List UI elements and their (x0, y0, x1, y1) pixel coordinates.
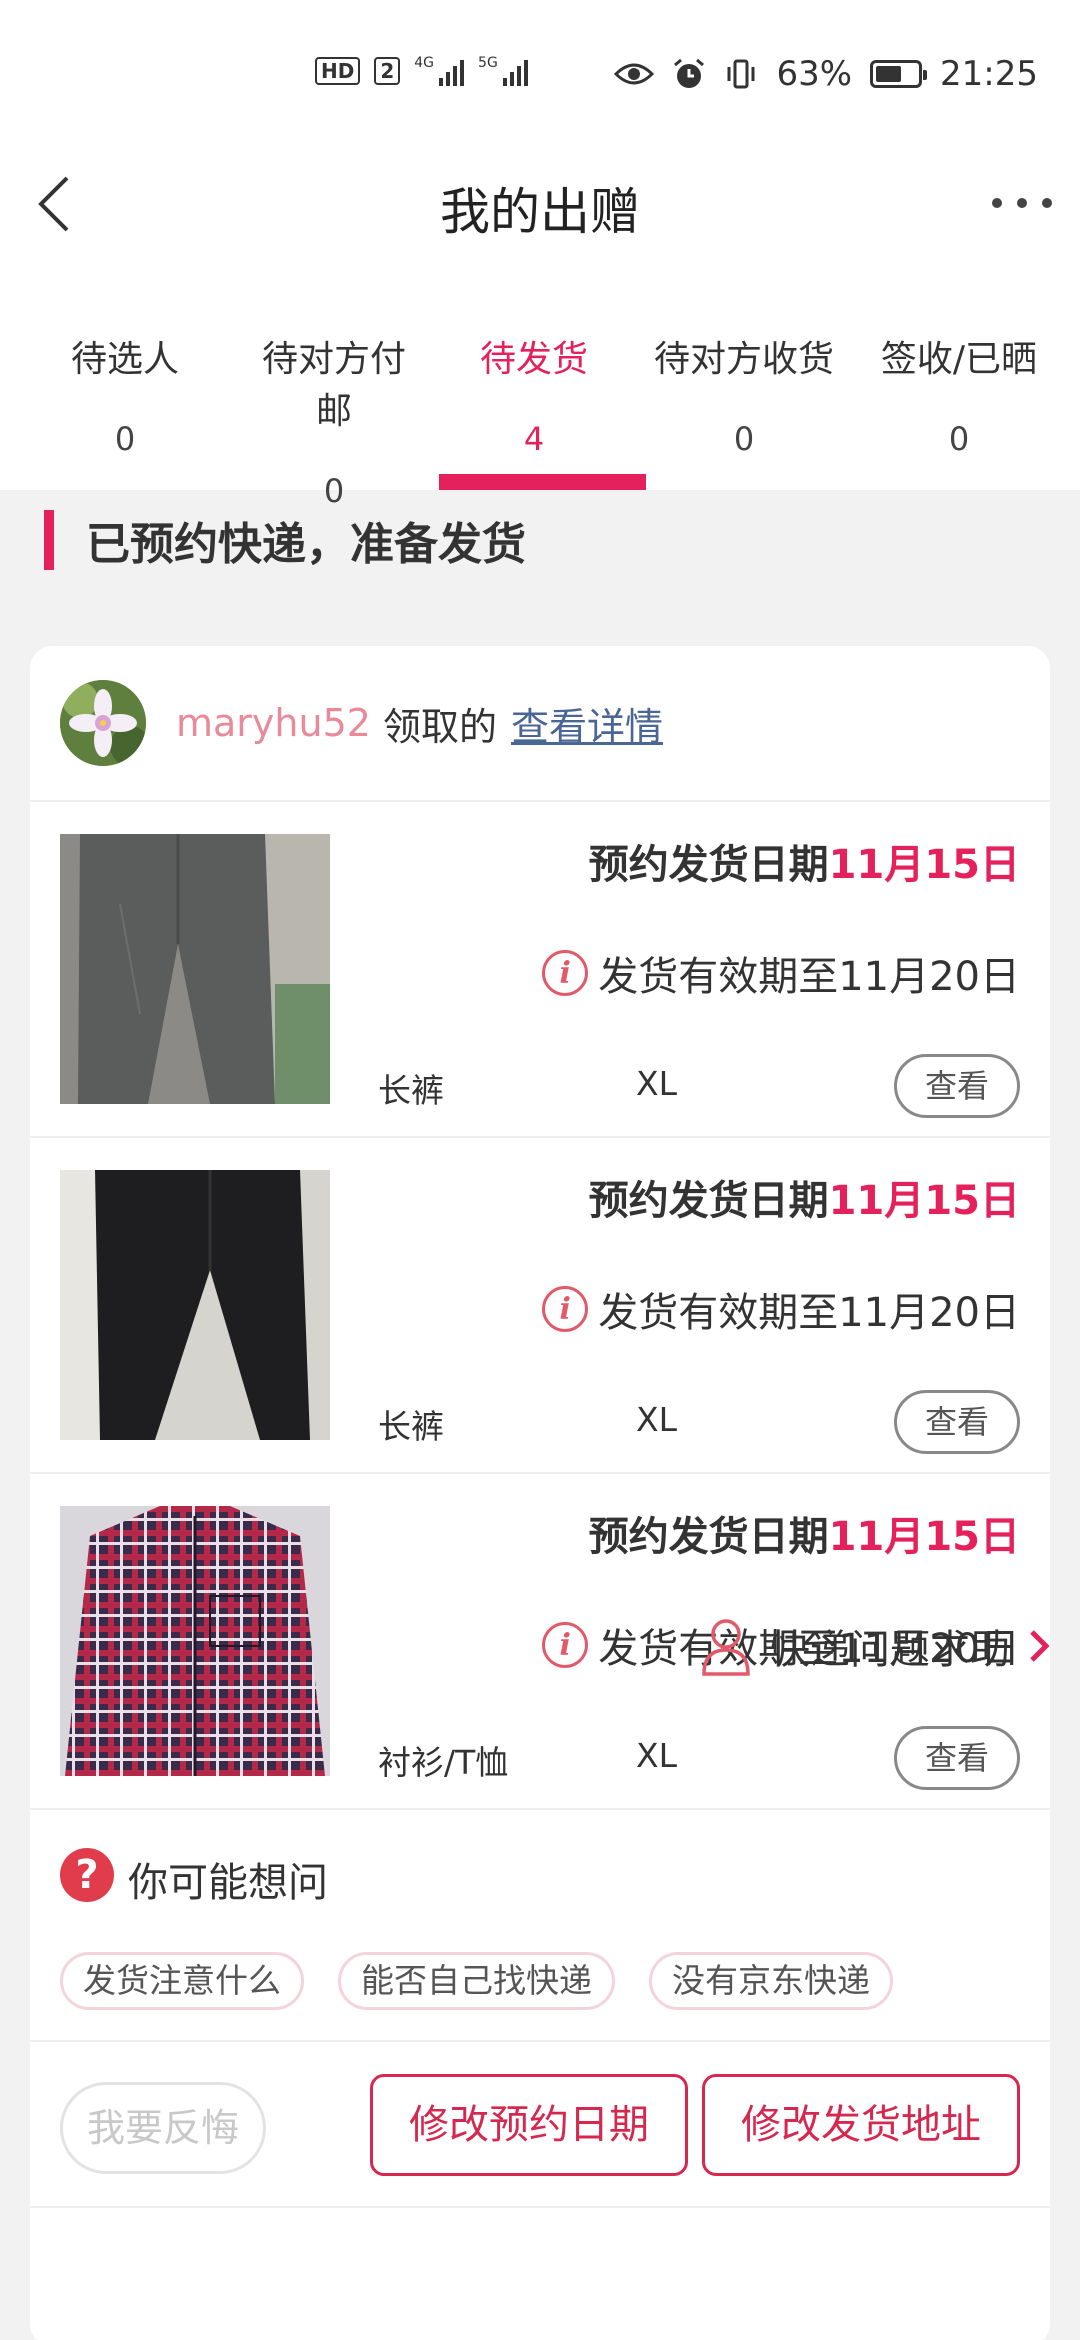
battery-icon (870, 60, 928, 88)
status-bar: HD 2 4G 5G 63% 21:25 (0, 0, 1080, 150)
info-icon: i (542, 950, 589, 996)
ship-date-value: 11月15日 (828, 1178, 1020, 1224)
item-photo[interactable] (60, 1506, 330, 1776)
top-panel: HD 2 4G 5G 63% 21:25 我的出赠 待选人 0 待对方付邮 0 … (0, 0, 1080, 510)
faq-section: ? 你可能想问 发货注意什么 能否自己找快递 没有京东快递 (30, 1810, 1050, 2042)
scheduled-ship-date: 预约发货日期11月15日 (588, 842, 1020, 888)
active-tab-indicator (439, 474, 646, 490)
section-marker (44, 510, 54, 570)
list-item: 预约发货日期11月15日 i 发货有效期至11月20日 长裤 XL 查看 (30, 802, 1050, 1138)
view-details-link[interactable]: 查看详情 (511, 696, 663, 751)
action-bar: 我要反悔 修改预约日期 修改发货地址 (30, 2042, 1050, 2208)
sim-badge: 2 (374, 57, 401, 85)
gray-trousers-image (60, 834, 330, 1104)
item-size: XL (636, 1064, 677, 1103)
tab-signed-shared[interactable]: 签收/已晒 0 (838, 320, 1080, 490)
faq-chip-shipping-notes[interactable]: 发货注意什么 (60, 1952, 304, 2010)
hd-badge: HD (315, 57, 361, 85)
alarm-icon (674, 58, 705, 88)
item-photo[interactable] (60, 834, 330, 1104)
shipping-validity: i 发货有效期至11月20日 (542, 944, 1020, 1002)
view-item-button[interactable]: 查看 (894, 1726, 1020, 1790)
signal-4g-icon: 4G (414, 56, 465, 86)
screen: HD 2 4G 5G 63% 21:25 我的出赠 待选人 0 待对方付邮 0 … (0, 0, 1080, 2340)
tab-pending-receipt[interactable]: 待对方收货 0 (650, 320, 838, 490)
view-item-button[interactable]: 查看 (894, 1390, 1020, 1454)
more-dot-icon (1017, 198, 1027, 208)
page-title: 我的出赠 (440, 183, 640, 241)
ship-date-value: 11月15日 (828, 842, 1020, 888)
plaid-shirt-image (60, 1506, 330, 1776)
faq-chip-no-jd-express[interactable]: 没有京东快递 (649, 1952, 893, 2010)
section-title: 已预约快递，准备发货 (86, 519, 526, 570)
item-category: 衬衫/T恤 (378, 1743, 509, 1782)
clock: 21:25 (940, 54, 1038, 94)
flower-avatar-image (60, 680, 146, 766)
black-trousers-image (60, 1170, 330, 1440)
battery-level (876, 66, 902, 82)
eye-icon (614, 63, 655, 85)
scheduled-ship-date: 预约发货日期11月15日 (588, 1178, 1020, 1224)
item-category: 长裤 (378, 1407, 444, 1446)
item-photo[interactable] (60, 1170, 330, 1440)
more-dot-icon (992, 198, 1002, 208)
status-right: 63% 21:25 (614, 54, 1038, 94)
info-icon: i (542, 1622, 589, 1668)
ship-date-value: 11月15日 (828, 1514, 1020, 1560)
shipping-validity: i 发货有效期至11月20日 (542, 1280, 1020, 1338)
signal-5g-icon: 5G (478, 56, 528, 86)
order-card: maryhu52 领取的 查看详情 预约发货日期11月15日 i 发货有效期至1… (30, 646, 1050, 2340)
recipient-row: maryhu52 领取的 查看详情 (30, 646, 1050, 802)
question-icon: ? (60, 1848, 114, 1902)
avatar[interactable] (60, 680, 146, 766)
scheduled-ship-date: 预约发货日期11月15日 (588, 1514, 1020, 1560)
courier-help-link[interactable]: 快递问题求助 (700, 1606, 1050, 1686)
vibrate-icon (727, 59, 755, 89)
tab-pending-selection[interactable]: 待选人 0 (0, 320, 250, 490)
chevron-right-icon (1030, 1630, 1050, 1662)
section-heading: 已预约快递，准备发货 (44, 510, 526, 570)
change-address-button[interactable]: 修改发货地址 (702, 2074, 1020, 2176)
navigation-bar: 我的出赠 (0, 150, 1080, 260)
battery-percent: 63% (776, 54, 853, 94)
item-size: XL (636, 1736, 677, 1775)
faq-chips: 发货注意什么 能否自己找快递 没有京东快递 (60, 1952, 893, 2010)
item-size: XL (636, 1400, 677, 1439)
faq-chip-own-courier[interactable]: 能否自己找快递 (338, 1952, 615, 2010)
taken-label: 领取的 (382, 704, 497, 749)
view-item-button[interactable]: 查看 (894, 1054, 1020, 1118)
more-options-button[interactable] (992, 178, 1052, 228)
network-indicators: HD 2 4G 5G (315, 56, 528, 86)
tab-pending-postage[interactable]: 待对方付邮 0 (250, 320, 418, 510)
user-icon (702, 1619, 750, 1676)
status-tabs: 待选人 0 待对方付邮 0 待发货 4 待对方收货 0 签收/已晒 0 (0, 320, 1080, 510)
more-dot-icon (1042, 198, 1052, 208)
tab-pending-shipment[interactable]: 待发货 4 (418, 320, 650, 490)
info-icon: i (542, 1286, 589, 1332)
recipient-username[interactable]: maryhu52 (176, 701, 371, 745)
regret-button[interactable]: 我要反悔 (60, 2082, 266, 2174)
change-date-button[interactable]: 修改预约日期 (370, 2074, 688, 2176)
faq-title: 你可能想问 (128, 1860, 328, 1906)
courier-help-label: 快递问题求助 (770, 1627, 1010, 1673)
item-category: 长裤 (378, 1071, 444, 1110)
list-item: 预约发货日期11月15日 i 发货有效期至11月20日 长裤 XL 查看 (30, 1138, 1050, 1474)
